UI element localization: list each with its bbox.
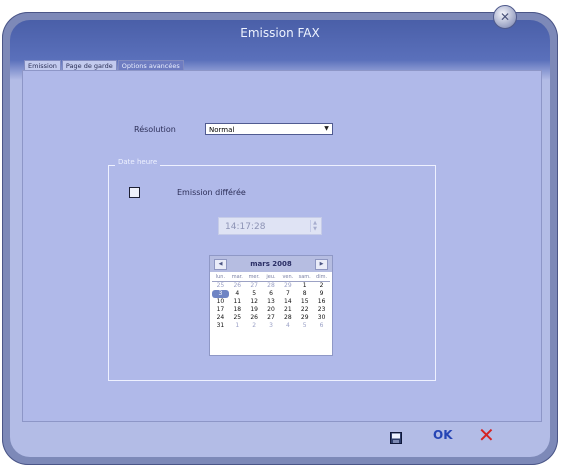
- calendar-day[interactable]: 25: [229, 314, 246, 322]
- calendar-day-header: mer.: [245, 274, 263, 282]
- calendar-day[interactable]: 10: [212, 298, 229, 306]
- calendar[interactable]: ◀ mars 2008 ▶ lun. mar. mer. jeu. ven. sam. di…: [209, 255, 333, 356]
- calendar-day-header: sam.: [296, 274, 314, 282]
- time-value: 14:17:28: [225, 222, 266, 232]
- calendar-day[interactable]: 3: [263, 322, 280, 330]
- calendar-day[interactable]: 28: [263, 282, 280, 290]
- calendar-day[interactable]: 2: [313, 282, 330, 290]
- calendar-day[interactable]: 12: [246, 298, 263, 306]
- calendar-day[interactable]: 2: [246, 322, 263, 330]
- date-time-legend: Date heure: [115, 158, 161, 166]
- calendar-day[interactable]: 18: [229, 306, 246, 314]
- chevron-down-icon[interactable]: ▼: [322, 125, 331, 133]
- prev-month-button[interactable]: ◀: [214, 258, 227, 270]
- deferred-emission-checkbox[interactable]: [129, 187, 140, 198]
- calendar-day[interactable]: 5: [246, 290, 263, 298]
- calendar-day[interactable]: 8: [296, 290, 313, 298]
- calendar-day[interactable]: 19: [246, 306, 263, 314]
- calendar-day[interactable]: 23: [313, 306, 330, 314]
- resolution-select[interactable]: Normal ▼: [205, 123, 333, 135]
- calendar-day[interactable]: 4: [279, 322, 296, 330]
- resolution-value: Normal: [209, 126, 235, 134]
- close-icon: ✕: [499, 10, 511, 24]
- calendar-day[interactable]: 6: [313, 322, 330, 330]
- calendar-day[interactable]: 26: [229, 282, 246, 290]
- calendar-day[interactable]: 13: [263, 298, 280, 306]
- calendar-day[interactable]: 21: [279, 306, 296, 314]
- calendar-day[interactable]: 7: [279, 290, 296, 298]
- calendar-day[interactable]: 15: [296, 298, 313, 306]
- time-spin-icon[interactable]: ▲ ▼: [310, 220, 319, 232]
- calendar-day[interactable]: 28: [279, 314, 296, 322]
- calendar-day[interactable]: 29: [296, 314, 313, 322]
- ok-button[interactable]: OK: [433, 428, 453, 442]
- calendar-day[interactable]: 3: [212, 290, 229, 298]
- calendar-day[interactable]: 27: [263, 314, 280, 322]
- calendar-day-header: jeu.: [262, 274, 280, 282]
- calendar-day[interactable]: 26: [246, 314, 263, 322]
- calendar-day-header: mar.: [228, 274, 246, 282]
- calendar-day[interactable]: 9: [313, 290, 330, 298]
- calendar-day[interactable]: 17: [212, 306, 229, 314]
- time-field[interactable]: 14:17:28 ▲ ▼: [218, 217, 322, 235]
- next-month-button[interactable]: ▶: [315, 258, 328, 270]
- calendar-day[interactable]: 14: [279, 298, 296, 306]
- resolution-label: Résolution: [134, 125, 176, 134]
- calendar-day[interactable]: 16: [313, 298, 330, 306]
- close-button[interactable]: ✕: [493, 5, 517, 29]
- calendar-header: ◀ mars 2008 ▶: [210, 256, 332, 272]
- calendar-day[interactable]: 1: [296, 282, 313, 290]
- calendar-day[interactable]: 30: [313, 314, 330, 322]
- calendar-month-title: mars 2008: [250, 260, 292, 268]
- calendar-day[interactable]: 22: [296, 306, 313, 314]
- calendar-day[interactable]: 27: [246, 282, 263, 290]
- calendar-day[interactable]: 11: [229, 298, 246, 306]
- calendar-grid: lun. mar. mer. jeu. ven. sam. dim. 25 26 27 28 29 1 2…: [210, 272, 332, 330]
- calendar-day[interactable]: 29: [279, 282, 296, 290]
- calendar-day[interactable]: 1: [229, 322, 246, 330]
- calendar-day[interactable]: 6: [263, 290, 280, 298]
- calendar-day[interactable]: 25: [212, 282, 229, 290]
- cancel-button[interactable]: ✕: [478, 423, 495, 447]
- calendar-day[interactable]: 31: [212, 322, 229, 330]
- save-button[interactable]: [390, 429, 402, 444]
- calendar-day-header: dim.: [313, 274, 330, 282]
- cancel-icon: ✕: [478, 423, 495, 447]
- calendar-day-header: lun.: [212, 274, 229, 282]
- calendar-day[interactable]: 24: [212, 314, 229, 322]
- calendar-day[interactable]: 4: [229, 290, 246, 298]
- window-title: Emission FAX: [240, 26, 320, 40]
- save-icon: [390, 432, 402, 444]
- calendar-day[interactable]: 20: [263, 306, 280, 314]
- calendar-day[interactable]: 5: [296, 322, 313, 330]
- deferred-emission-label: Emission différée: [177, 188, 246, 197]
- calendar-day-header: ven.: [279, 274, 297, 282]
